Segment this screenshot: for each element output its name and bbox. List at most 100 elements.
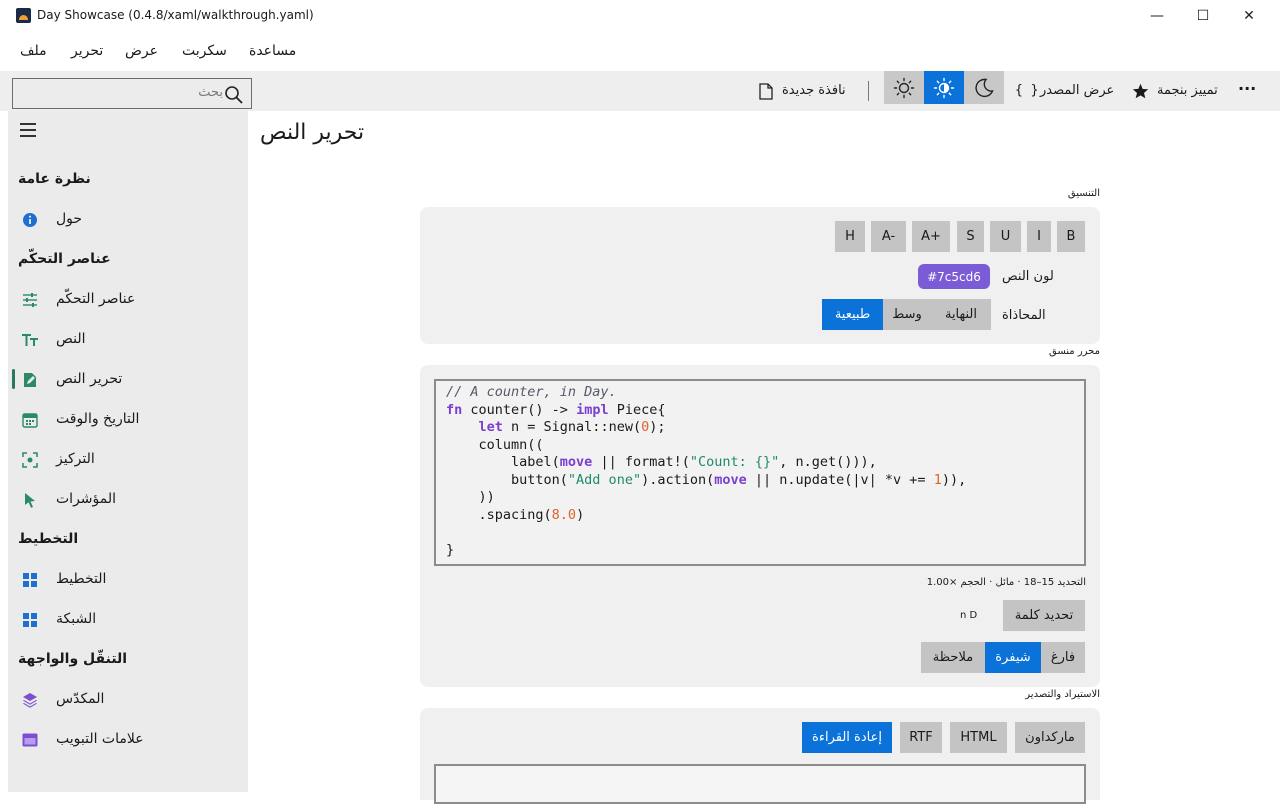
- strikethrough-button[interactable]: S: [957, 221, 984, 252]
- increase-font-button[interactable]: A+: [912, 221, 950, 252]
- export-output-area[interactable]: [434, 764, 1086, 804]
- markdown-button[interactable]: ماركداون: [1015, 722, 1085, 753]
- sidebar-item-label: حول: [56, 211, 83, 227]
- sidebar-item-grid[interactable]: الشبكة: [8, 603, 248, 637]
- mode-code-button[interactable]: شيفرة: [985, 642, 1041, 673]
- sidebar-item-controls[interactable]: عناصر التحكّم: [8, 283, 248, 317]
- info-icon: [23, 213, 37, 227]
- close-icon: ✕: [1243, 8, 1255, 24]
- select-word-button[interactable]: تحديد كلمة: [1003, 600, 1085, 631]
- sidebar-item-label: التاريخ والوقت: [56, 411, 140, 427]
- focus-icon: [22, 452, 38, 468]
- sidebar: نظرة عامة حول عناصر التحكّم عناصر التحكّ…: [8, 111, 248, 792]
- sidebar-item-label: علامات التبويب: [56, 731, 144, 747]
- sidebar-item-about[interactable]: حول: [8, 203, 248, 237]
- star-icon[interactable]: [1132, 83, 1149, 99]
- toolbar-divider: [868, 81, 869, 101]
- light-theme-button[interactable]: [884, 71, 924, 104]
- sliders-icon: [23, 293, 37, 307]
- active-indicator: [12, 369, 15, 389]
- italic-button[interactable]: I: [1027, 221, 1051, 252]
- mode-empty-button[interactable]: فارغ: [1041, 642, 1085, 673]
- sidebar-item-label: تحرير النص: [56, 371, 123, 387]
- sidebar-item-tabs[interactable]: علامات التبويب: [8, 723, 248, 757]
- menu-view[interactable]: عرض: [125, 43, 158, 59]
- bold-button[interactable]: B: [1057, 221, 1085, 252]
- sidebar-item-label: عناصر التحكّم: [56, 291, 136, 307]
- calendar-icon: [22, 413, 38, 428]
- system-theme-button[interactable]: [924, 71, 964, 104]
- sidebar-item-pointers[interactable]: المؤشرات: [8, 483, 248, 517]
- menu-script[interactable]: سكربت: [182, 43, 227, 59]
- view-source-button[interactable]: عرض المصدر: [1040, 83, 1114, 98]
- section-label-formatting: التنسيق: [1067, 188, 1100, 199]
- rtf-button[interactable]: RTF: [900, 722, 942, 753]
- text-color-swatch[interactable]: #7c5cd6: [918, 264, 990, 289]
- search-box: [12, 78, 252, 109]
- section-label-import-export: الاستيراد والتصدير: [1025, 689, 1100, 700]
- minimize-button[interactable]: —: [1134, 0, 1180, 32]
- sidebar-header-layout: التخطيط: [18, 531, 79, 547]
- sidebar-item-label: المكدّس: [56, 691, 105, 707]
- app-logo-icon: [16, 8, 31, 23]
- title-bar: Day Showcase (0.4.8/xaml/walkthrough.yam…: [0, 0, 1280, 32]
- maximize-icon: ☐: [1196, 8, 1210, 24]
- more-options-button[interactable]: ···: [1238, 79, 1256, 98]
- sidebar-item-label: الشبكة: [56, 611, 97, 627]
- heading-button[interactable]: H: [835, 221, 865, 252]
- minimize-icon: —: [1150, 8, 1164, 24]
- text-color-label: لون النص: [1002, 269, 1054, 284]
- moon-icon: [975, 78, 994, 97]
- search-input[interactable]: [23, 85, 223, 100]
- grid-icon: [23, 613, 37, 627]
- code-editor[interactable]: // A counter, in Day. fn counter() -> im…: [434, 379, 1086, 566]
- sidebar-item-focus[interactable]: التركيز: [8, 443, 248, 477]
- edit-document-icon: [24, 373, 36, 387]
- underline-button[interactable]: U: [990, 221, 1021, 252]
- maximize-button[interactable]: ☐: [1180, 0, 1226, 32]
- section-label-rich-editor: محرر منسق: [1049, 346, 1100, 357]
- sidebar-item-label: التركيز: [56, 451, 95, 467]
- align-center-button[interactable]: وسط: [883, 299, 931, 330]
- sidebar-header-controls: عناصر التحكّم: [18, 251, 111, 267]
- new-window-button[interactable]: نافذة جديدة: [782, 83, 846, 98]
- align-natural-button[interactable]: طبيعية: [822, 299, 883, 330]
- menu-edit[interactable]: تحرير: [71, 43, 103, 59]
- text-size-icon: [22, 334, 38, 346]
- sidebar-item-stack[interactable]: المكدّس: [8, 683, 248, 717]
- sidebar-item-text-editing[interactable]: تحرير النص: [8, 363, 248, 397]
- sidebar-item-text[interactable]: النص: [8, 323, 248, 357]
- hamburger-menu-icon[interactable]: [20, 123, 36, 137]
- select-word-result: n D: [960, 610, 978, 621]
- sun-outline-icon: [893, 77, 915, 98]
- layout-grid-icon: [23, 573, 37, 587]
- search-icon[interactable]: [224, 85, 244, 105]
- menu-help[interactable]: مساعدة: [249, 43, 296, 59]
- code-braces-icon: { }: [1015, 83, 1039, 98]
- reload-button[interactable]: إعادة القراءة: [802, 722, 892, 753]
- close-window-button[interactable]: ✕: [1226, 0, 1272, 32]
- html-button[interactable]: HTML: [950, 722, 1007, 753]
- tabs-icon: [22, 733, 38, 747]
- sidebar-item-label: النص: [56, 331, 86, 347]
- selection-status: التحديد 15–18 · مائل · الحجم ×1.00: [926, 577, 1086, 588]
- menu-bar: ملف تحرير عرض سكربت مساعدة: [0, 40, 320, 66]
- menu-file[interactable]: ملف: [20, 43, 47, 59]
- layers-icon: [23, 693, 37, 708]
- align-end-button[interactable]: النهاية: [931, 299, 991, 330]
- star-mark-button[interactable]: تمييز بنجمة: [1157, 83, 1218, 98]
- sidebar-header-overview: نظرة عامة: [18, 171, 91, 187]
- brightness-icon: [933, 77, 955, 98]
- decrease-font-button[interactable]: A-: [871, 221, 906, 252]
- sidebar-item-label: التخطيط: [56, 571, 107, 587]
- alignment-label: المحاذاة: [1002, 308, 1046, 323]
- formatting-card: H A- A+ S U I B #7c5cd6 لون النص طبيعية …: [420, 207, 1100, 344]
- mode-note-button[interactable]: ملاحظة: [921, 642, 985, 673]
- import-export-card: إعادة القراءة RTF HTML ماركداون: [420, 708, 1100, 804]
- dark-theme-button[interactable]: [964, 71, 1004, 104]
- sidebar-item-date-time[interactable]: التاريخ والوقت: [8, 403, 248, 437]
- sidebar-item-label: المؤشرات: [56, 491, 117, 507]
- sidebar-item-layout[interactable]: التخطيط: [8, 563, 248, 597]
- toolbar: نافذة جديدة { }: [0, 71, 1280, 111]
- new-document-icon[interactable]: [759, 83, 773, 100]
